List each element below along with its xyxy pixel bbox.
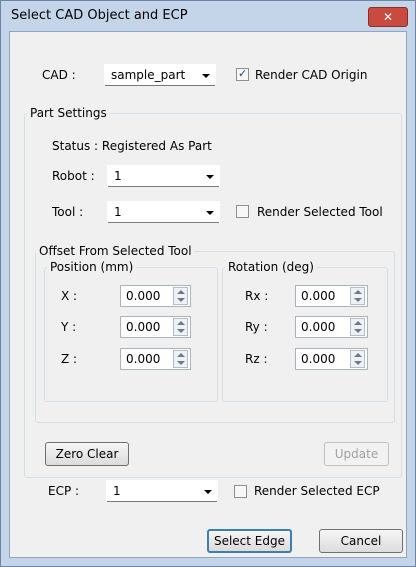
tool-select-value: 1 xyxy=(114,205,122,219)
z-label: Z : xyxy=(61,352,78,366)
select-edge-button[interactable]: Select Edge xyxy=(207,529,292,553)
chevron-down-icon xyxy=(204,490,212,494)
y-label: Y : xyxy=(61,320,77,334)
robot-select-value: 1 xyxy=(114,169,122,183)
title-bar[interactable]: Select CAD Object and ECP ✕ xyxy=(1,1,415,31)
render-selected-tool-label: Render Selected Tool xyxy=(257,205,383,219)
ecp-select[interactable]: 1 xyxy=(106,480,218,502)
chevron-down-icon xyxy=(206,175,214,179)
z-value: 0.000 xyxy=(126,352,161,366)
close-icon: ✕ xyxy=(382,10,394,24)
render-selected-ecp-label: Render Selected ECP xyxy=(254,484,380,498)
cancel-button[interactable]: Cancel xyxy=(319,529,403,553)
render-selected-ecp-checkbox[interactable] xyxy=(234,485,247,498)
ry-value: 0.000 xyxy=(301,320,336,334)
tool-label: Tool : xyxy=(52,205,84,219)
offset-group: Offset From Selected Tool Position (mm) … xyxy=(35,244,395,423)
rz-spinbox[interactable]: 0.000 xyxy=(295,348,368,370)
spin-arrows-icon[interactable] xyxy=(173,318,188,336)
y-spinbox[interactable]: 0.000 xyxy=(120,316,191,338)
close-button[interactable]: ✕ xyxy=(368,7,408,27)
offset-legend: Offset From Selected Tool xyxy=(36,244,195,258)
ry-label: Ry : xyxy=(245,320,268,334)
x-spinbox[interactable]: 0.000 xyxy=(120,285,191,307)
part-settings-legend: Part Settings xyxy=(27,106,110,120)
dialog-body: CAD : sample_part ✓ Render CAD Origin Pa… xyxy=(9,31,407,558)
window-title: Select CAD Object and ECP xyxy=(11,8,188,23)
x-value: 0.000 xyxy=(126,289,161,303)
render-cad-origin-checkbox[interactable]: ✓ xyxy=(236,67,249,81)
spin-arrows-icon[interactable] xyxy=(350,318,365,336)
rx-label: Rx : xyxy=(245,289,269,303)
rz-value: 0.000 xyxy=(301,352,336,366)
rz-label: Rz : xyxy=(245,352,268,366)
spin-arrows-icon[interactable] xyxy=(350,350,365,368)
render-cad-origin-label: Render CAD Origin xyxy=(255,68,368,82)
rotation-legend: Rotation (deg) xyxy=(225,260,317,274)
y-value: 0.000 xyxy=(126,320,161,334)
position-legend: Position (mm) xyxy=(47,260,137,274)
spin-arrows-icon[interactable] xyxy=(350,287,365,305)
part-settings-group: Part Settings Status : Registered As Par… xyxy=(24,106,402,478)
tool-select[interactable]: 1 xyxy=(107,201,220,223)
x-label: X : xyxy=(61,289,78,303)
cad-select[interactable]: sample_part xyxy=(104,64,216,86)
ry-spinbox[interactable]: 0.000 xyxy=(295,316,368,338)
rx-value: 0.000 xyxy=(301,289,336,303)
chevron-down-icon xyxy=(206,211,214,215)
render-selected-tool-checkbox[interactable] xyxy=(236,205,249,218)
spin-arrows-icon[interactable] xyxy=(173,350,188,368)
cad-select-value: sample_part xyxy=(111,68,186,82)
z-spinbox[interactable]: 0.000 xyxy=(120,348,191,370)
robot-select[interactable]: 1 xyxy=(107,165,220,187)
status-text: Status : Registered As Part xyxy=(52,139,212,153)
position-group: Position (mm) X : 0.000 Y : 0.000 Z : 0.… xyxy=(44,260,218,402)
ecp-label: ECP : xyxy=(48,484,80,498)
zero-clear-button[interactable]: Zero Clear xyxy=(45,442,129,466)
robot-label: Robot : xyxy=(52,169,95,183)
rx-spinbox[interactable]: 0.000 xyxy=(295,285,368,307)
checkmark-icon: ✓ xyxy=(238,67,248,80)
chevron-down-icon xyxy=(202,74,210,78)
cad-label: CAD : xyxy=(42,68,76,82)
rotation-group: Rotation (deg) Rx : 0.000 Ry : 0.000 Rz … xyxy=(222,260,388,402)
update-button[interactable]: Update xyxy=(324,442,389,466)
ecp-select-value: 1 xyxy=(113,484,121,498)
dialog-window: Select CAD Object and ECP ✕ CAD : sample… xyxy=(0,0,416,567)
spin-arrows-icon[interactable] xyxy=(173,287,188,305)
